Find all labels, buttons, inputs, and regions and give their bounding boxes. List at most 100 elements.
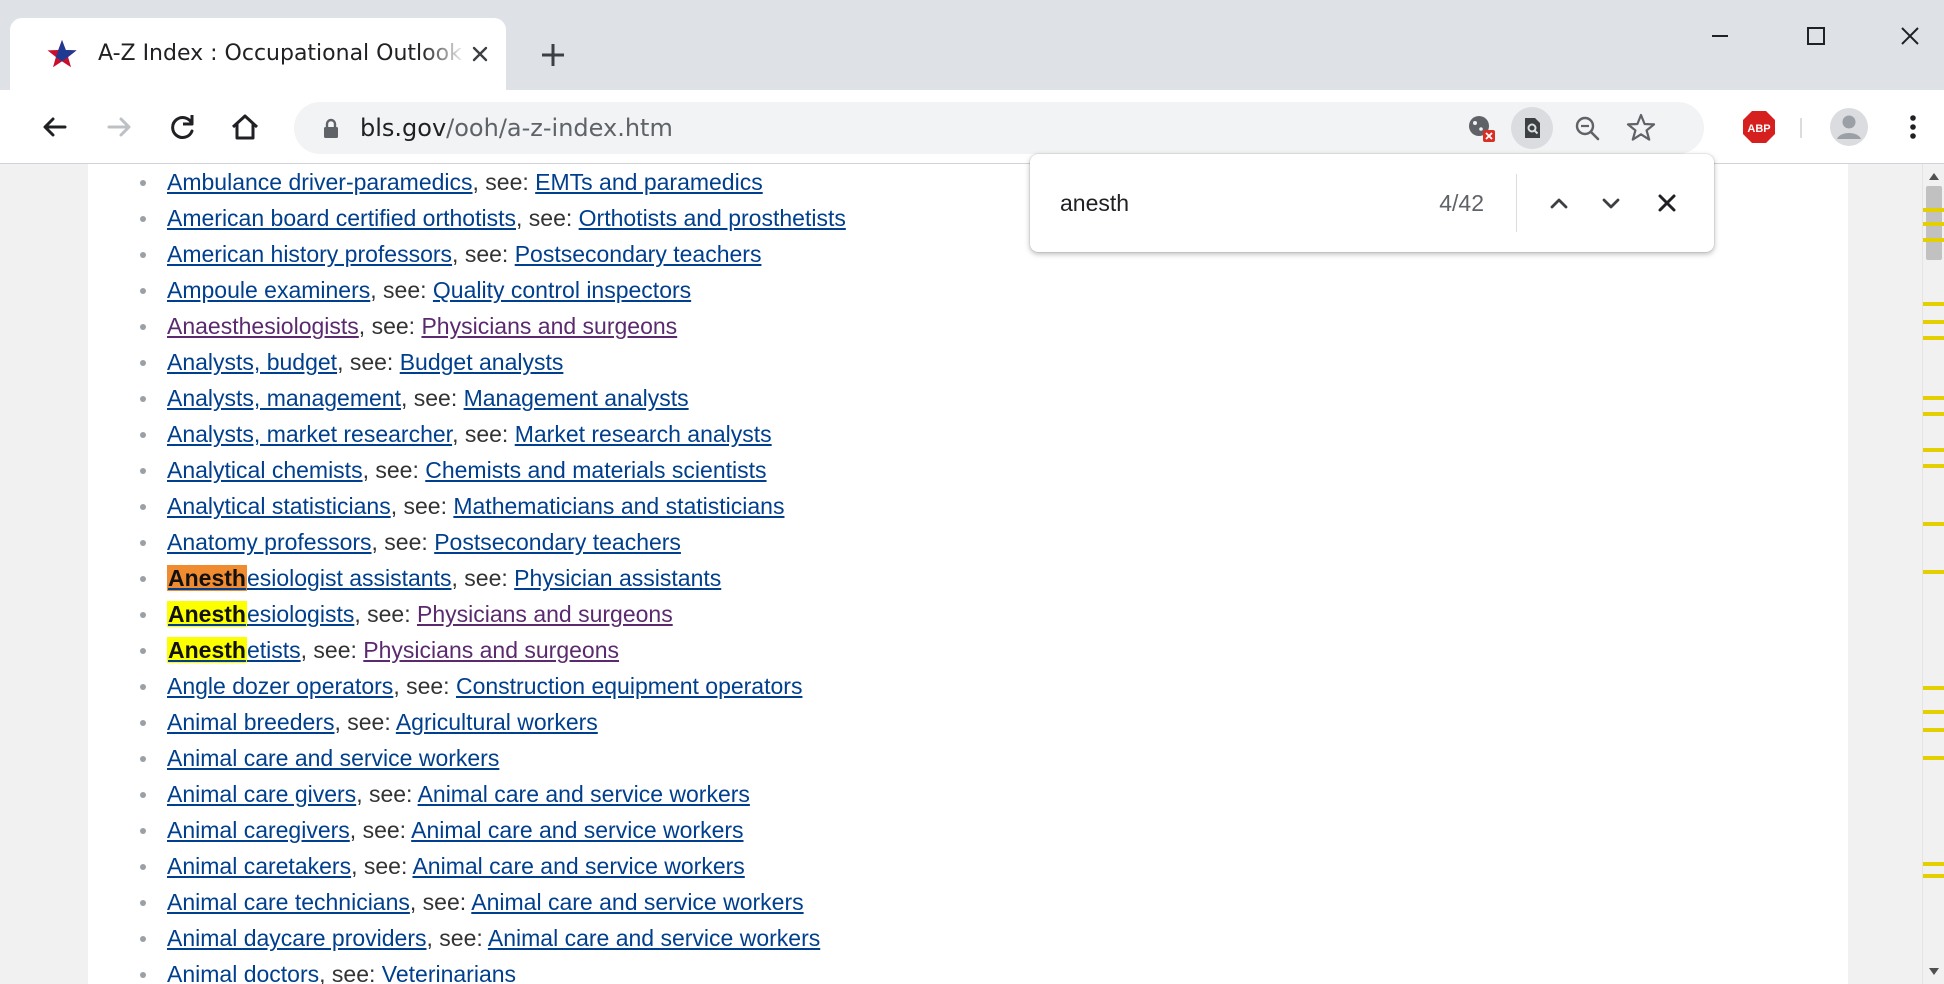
close-tab-icon[interactable] — [466, 40, 494, 68]
occupation-link[interactable]: Analysts, market researcher — [167, 421, 452, 447]
list-item: Anatomy professors, see: Postsecondary t… — [88, 524, 1848, 560]
see-also-link[interactable]: Mathematicians and statisticians — [453, 493, 784, 519]
occupation-link[interactable]: American board certified orthotists — [167, 205, 516, 231]
occupation-title: Animal caretakers — [167, 853, 352, 879]
scrollbar-match-mark — [1923, 874, 1944, 878]
occupation-link[interactable]: Anesthetists — [167, 637, 301, 663]
scroll-down-arrow-icon[interactable] — [1927, 964, 1941, 978]
see-also-link[interactable]: Animal care and service workers — [488, 925, 820, 951]
occupation-link[interactable]: Analysts, management — [167, 385, 401, 411]
find-input[interactable] — [1060, 184, 1390, 222]
vertical-scrollbar[interactable] — [1922, 164, 1944, 984]
occupation-link[interactable]: Anesthesiologists — [167, 601, 354, 627]
see-also-link[interactable]: Orthotists and prosthetists — [579, 205, 846, 231]
active-search-match: Anesth — [167, 565, 247, 591]
back-arrow-icon[interactable] — [36, 108, 74, 146]
occupation-link[interactable]: Analytical chemists — [167, 457, 363, 483]
see-also-link[interactable]: Postsecondary teachers — [434, 529, 681, 555]
url-path: /ooh/a-z-index.htm — [446, 114, 673, 142]
svg-text:ABP: ABP — [1747, 123, 1770, 135]
lock-icon[interactable] — [320, 117, 342, 139]
bookmark-star-icon[interactable] — [1624, 111, 1658, 145]
see-label: , see: — [409, 889, 472, 915]
occupation-link[interactable]: Ampoule examiners — [167, 277, 370, 303]
browser-tab[interactable]: A-Z Index : Occupational Outlook Handboo… — [10, 18, 506, 90]
reload-icon[interactable] — [164, 108, 202, 146]
scrollbar-match-mark — [1923, 862, 1944, 866]
search-match: Anesth — [167, 601, 247, 627]
zoom-out-icon[interactable] — [1570, 111, 1604, 145]
occupation-link[interactable]: Angle dozer operators — [167, 673, 393, 699]
see-also-link[interactable]: Physician assistants — [514, 565, 721, 591]
scrollbar-match-mark — [1923, 238, 1944, 242]
see-also-link[interactable]: EMTs and paramedics — [535, 169, 763, 195]
scrollbar-match-mark — [1923, 710, 1944, 714]
see-also-link[interactable]: Animal care and service workers — [411, 817, 743, 843]
see-also-link[interactable]: Budget analysts — [400, 349, 564, 375]
occupation-title: Anaesthesiologists — [167, 313, 359, 339]
see-also-link[interactable]: Market research analysts — [515, 421, 772, 447]
occupation-title: Analysts, management — [167, 385, 401, 411]
occupation-link[interactable]: Analysts, budget — [167, 349, 337, 375]
occupation-link[interactable]: Animal caregivers — [167, 817, 350, 843]
maximize-icon[interactable] — [1794, 14, 1838, 58]
see-also-link[interactable]: Veterinarians — [382, 961, 516, 984]
find-bar: 4/42 — [1030, 154, 1714, 252]
occupation-link[interactable]: Animal daycare providers — [167, 925, 427, 951]
occupation-link[interactable]: Ambulance driver-paramedics — [167, 169, 473, 195]
occupation-link[interactable]: American history professors — [167, 241, 452, 267]
profile-avatar-icon[interactable] — [1828, 106, 1870, 148]
previous-match-chevron-up-icon[interactable] — [1540, 184, 1578, 222]
scrollbar-match-mark — [1923, 336, 1944, 340]
occupation-link[interactable]: Anaesthesiologists — [167, 313, 359, 339]
close-window-icon[interactable] — [1888, 14, 1932, 58]
see-also-link[interactable]: Agricultural workers — [396, 709, 598, 735]
occupation-link[interactable]: Animal care technicians — [167, 889, 410, 915]
url-text[interactable]: bls.gov/ooh/a-z-index.htm — [360, 112, 673, 144]
see-also-link[interactable]: Animal care and service workers — [471, 889, 803, 915]
occupation-title: Anatomy professors — [167, 529, 372, 555]
see-also-link[interactable]: Chemists and materials scientists — [425, 457, 766, 483]
see-label: , see: — [358, 313, 422, 339]
see-label: , see: — [390, 493, 454, 519]
occupation-link[interactable]: Anesthesiologist assistants — [167, 565, 452, 591]
new-tab-icon[interactable] — [536, 38, 570, 72]
occupation-title: Animal daycare providers — [167, 925, 427, 951]
see-also-link[interactable]: Construction equipment operators — [456, 673, 802, 699]
occupation-link[interactable]: Anatomy professors — [167, 529, 372, 555]
find-in-page-button[interactable] — [1511, 107, 1553, 149]
scrollbar-match-mark — [1923, 222, 1944, 226]
occupation-link[interactable]: Animal breeders — [167, 709, 334, 735]
cookies-blocked-icon[interactable] — [1464, 111, 1498, 145]
adblock-plus-icon[interactable]: ABP — [1742, 110, 1776, 144]
scroll-up-arrow-icon[interactable] — [1927, 170, 1941, 184]
occupation-link[interactable]: Animal caretakers — [167, 853, 351, 879]
see-also-link[interactable]: Physicians and surgeons — [421, 313, 677, 339]
see-label: , see: — [356, 781, 418, 807]
occupation-link[interactable]: Animal care givers — [167, 781, 356, 807]
address-bar[interactable]: bls.gov/ooh/a-z-index.htm — [294, 102, 1704, 154]
close-find-bar-icon[interactable] — [1648, 184, 1686, 222]
next-match-chevron-down-icon[interactable] — [1592, 184, 1630, 222]
see-also-link[interactable]: Animal care and service workers — [418, 781, 750, 807]
minimize-icon[interactable] — [1698, 14, 1742, 58]
occupation-link[interactable]: Analytical statisticians — [167, 493, 391, 519]
see-also-link[interactable]: Animal care and service workers — [412, 853, 744, 879]
forward-arrow-icon[interactable] — [100, 108, 138, 146]
occupation-title: Animal doctors — [167, 961, 320, 984]
scrollbar-match-mark — [1923, 464, 1944, 468]
kebab-menu-icon[interactable] — [1896, 110, 1930, 144]
occupation-link[interactable]: Animal doctors — [167, 961, 319, 984]
home-icon[interactable] — [226, 108, 264, 146]
occupation-link[interactable]: Animal care and service workers — [167, 745, 499, 771]
find-in-page-icon — [1525, 118, 1540, 138]
see-also-link[interactable]: Quality control inspectors — [433, 277, 691, 303]
see-also-link[interactable]: Physicians and surgeons — [363, 637, 619, 663]
occupation-title: Ambulance driver-paramedics — [167, 169, 473, 195]
see-also-link[interactable]: Postsecondary teachers — [515, 241, 762, 267]
list-item: Ampoule examiners, see: Quality control … — [88, 272, 1848, 308]
find-bar-separator — [1516, 174, 1517, 232]
see-label: , see: — [300, 637, 364, 663]
see-also-link[interactable]: Physicians and surgeons — [417, 601, 673, 627]
see-also-link[interactable]: Management analysts — [464, 385, 689, 411]
